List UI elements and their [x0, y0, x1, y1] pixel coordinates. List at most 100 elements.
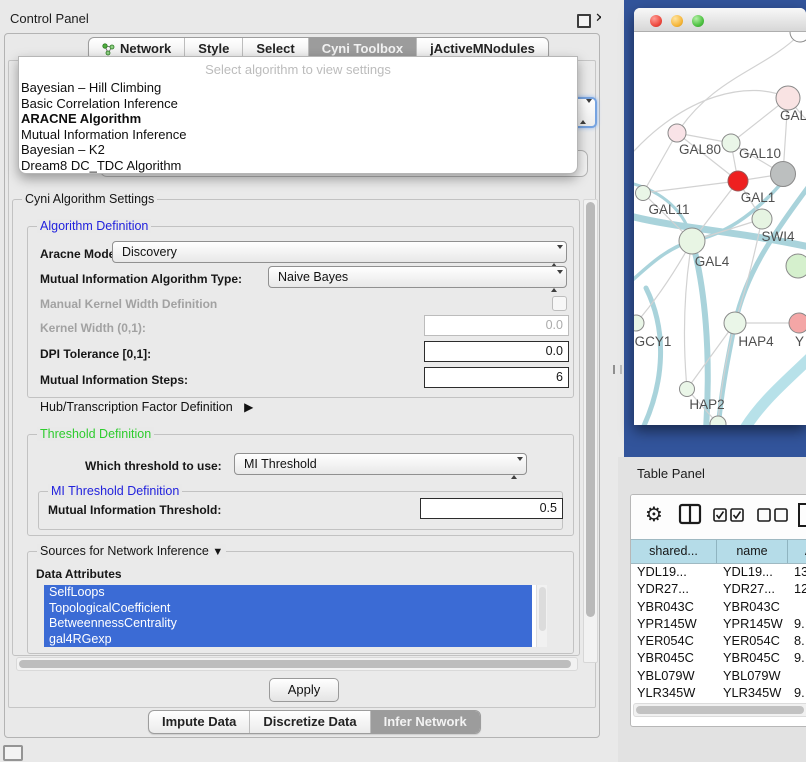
settings-vertical-scrollbar[interactable] [583, 199, 598, 663]
tab-discretize-data[interactable]: Discretize Data [249, 711, 369, 733]
table-cell[interactable]: YPR145W [631, 615, 717, 632]
aracne-mode-combobox[interactable]: Discovery [112, 241, 567, 263]
data-attribute-item[interactable]: BetweennessCentrality [44, 616, 532, 632]
network-node[interactable] [722, 134, 740, 152]
table-cell[interactable]: YDR27... [717, 580, 788, 597]
table-cell[interactable]: YBL079W [631, 667, 717, 684]
algorithm-option[interactable]: Bayesian – K2 [19, 142, 577, 158]
deselect-all-icon[interactable] [757, 508, 789, 522]
data-attribute-item[interactable]: SelfLoops [44, 585, 532, 601]
table-row[interactable]: YDR27...YDR27...12 [631, 580, 806, 597]
mi-type-combobox[interactable]: Naive Bayes [268, 266, 567, 288]
hub-definition-toggle[interactable]: Hub/Transcription Factor Definition ▶ [40, 400, 253, 414]
attr-list-scroll-thumb[interactable] [539, 587, 546, 631]
table-cell[interactable]: YBL079W [717, 667, 788, 684]
dpi-tolerance-field[interactable]: 0.0 [424, 341, 569, 362]
algorithm-option[interactable]: Mutual Information Inference [19, 127, 577, 143]
table-cell[interactable]: YER054C [717, 632, 788, 649]
close-traffic-icon[interactable] [650, 15, 662, 27]
algorithm-option[interactable]: ARACNE Algorithm [19, 111, 577, 127]
network-window-titlebar[interactable] [634, 8, 806, 32]
minimize-traffic-icon[interactable] [671, 15, 683, 27]
network-node[interactable] [634, 315, 644, 331]
network-node[interactable] [771, 162, 796, 187]
network-node[interactable] [724, 312, 746, 334]
table-cell[interactable]: YLR345W [631, 684, 717, 701]
algorithm-option[interactable]: Basic Correlation Inference [19, 96, 577, 112]
table-cell[interactable]: 9. [788, 649, 806, 666]
network-node[interactable] [636, 186, 651, 201]
mi-threshold-field[interactable]: 0.5 [420, 498, 563, 519]
table-row[interactable]: YDL19...YDL19...13 [631, 563, 806, 580]
table-row[interactable]: YIL052CYIL052C9. [631, 701, 806, 702]
table-cell[interactable]: YPR145W [717, 615, 788, 632]
table-cell[interactable]: YER054C [631, 632, 717, 649]
table-cell[interactable]: YDL19... [631, 563, 717, 580]
attr-list-scrollbar[interactable] [536, 585, 547, 647]
apply-button[interactable]: Apply [269, 678, 339, 702]
table-cell[interactable]: 9. [788, 684, 806, 701]
network-node[interactable] [668, 124, 686, 142]
network-node[interactable] [786, 254, 806, 278]
table-horizontal-scrollbar[interactable] [633, 703, 806, 717]
settings-vertical-thumb[interactable] [586, 202, 595, 617]
network-node[interactable] [776, 86, 800, 110]
algorithm-option[interactable]: Dream8 DC_TDC Algorithm [19, 158, 577, 174]
table-cell[interactable]: 9. [788, 701, 806, 702]
table-row[interactable]: YLR345WYLR345W9. [631, 684, 806, 701]
table-cell[interactable] [788, 667, 806, 684]
splitter-handle[interactable] [613, 365, 622, 374]
network-node[interactable] [680, 382, 695, 397]
network-node[interactable] [728, 171, 748, 191]
manual-kernel-checkbox[interactable] [552, 296, 567, 311]
table-cell[interactable]: YBR045C [717, 649, 788, 666]
table-cell[interactable]: YDR27... [631, 580, 717, 597]
table-cell[interactable]: YLR345W [717, 684, 788, 701]
network-node-label: GCY1 [635, 334, 672, 349]
file-icon[interactable] [797, 501, 806, 529]
collapsed-panel-icon[interactable] [3, 745, 23, 761]
split-columns-icon[interactable] [678, 503, 702, 525]
tab-impute-data[interactable]: Impute Data [149, 711, 249, 733]
table-cell[interactable]: 12 [788, 580, 806, 597]
table-row[interactable]: YER054CYER054C8. [631, 632, 806, 649]
which-threshold-combobox[interactable]: MI Threshold [234, 453, 527, 475]
network-window[interactable]: GALGAL80GAL10GAL1GAL11SWI4GAL4GCY1HAP4YH… [634, 8, 806, 425]
network-node[interactable] [679, 228, 705, 254]
table-cell[interactable]: YBR043C [717, 598, 788, 615]
table-row[interactable]: YPR145WYPR145W9. [631, 615, 806, 632]
float-window-icon[interactable] [577, 14, 591, 28]
table-cell[interactable]: 9. [788, 615, 806, 632]
column-header-clipped[interactable]: A [788, 540, 806, 563]
table-row[interactable]: YBR043CYBR043C [631, 598, 806, 615]
settings-horizontal-thumb[interactable] [19, 660, 571, 668]
table-row[interactable]: YBL079WYBL079W [631, 667, 806, 684]
kernel-width-field[interactable]: 0.0 [424, 315, 569, 336]
table-cell[interactable] [788, 598, 806, 615]
select-all-icon[interactable] [713, 508, 745, 522]
table-row[interactable]: YBR045CYBR045C9. [631, 649, 806, 666]
table-cell[interactable]: YBR043C [631, 598, 717, 615]
table-horizontal-thumb[interactable] [636, 706, 804, 714]
table-cell[interactable]: YBR045C [631, 649, 717, 666]
data-attribute-item[interactable]: TopologicalCoefficient [44, 601, 532, 617]
table-cell[interactable]: YDL19... [717, 563, 788, 580]
network-node[interactable] [752, 209, 772, 229]
table-cell[interactable]: 8. [788, 632, 806, 649]
network-canvas[interactable]: GALGAL80GAL10GAL1GAL11SWI4GAL4GCY1HAP4YH… [634, 32, 806, 425]
algorithm-option[interactable]: Bayesian – Hill Climbing [19, 80, 577, 96]
collapse-down-icon[interactable]: ▼ [212, 546, 223, 558]
table-cell[interactable]: YIL052C [631, 701, 717, 702]
tab-infer-network[interactable]: Infer Network [370, 711, 480, 733]
table-cell[interactable]: YIL052C [717, 701, 788, 702]
network-node[interactable] [789, 313, 806, 333]
gear-icon[interactable]: ⚙ [645, 503, 663, 527]
data-attribute-item[interactable]: gal4RGexp [44, 632, 532, 648]
column-header-name[interactable]: name [717, 540, 788, 563]
settings-horizontal-scrollbar[interactable] [16, 657, 578, 671]
column-header-shared-name[interactable]: shared... [631, 540, 717, 563]
mi-steps-field[interactable]: 6 [424, 367, 569, 388]
data-attributes-list[interactable]: SelfLoopsTopologicalCoefficientBetweenne… [44, 585, 547, 647]
table-cell[interactable]: 13 [788, 563, 806, 580]
zoom-traffic-icon[interactable] [692, 15, 704, 27]
